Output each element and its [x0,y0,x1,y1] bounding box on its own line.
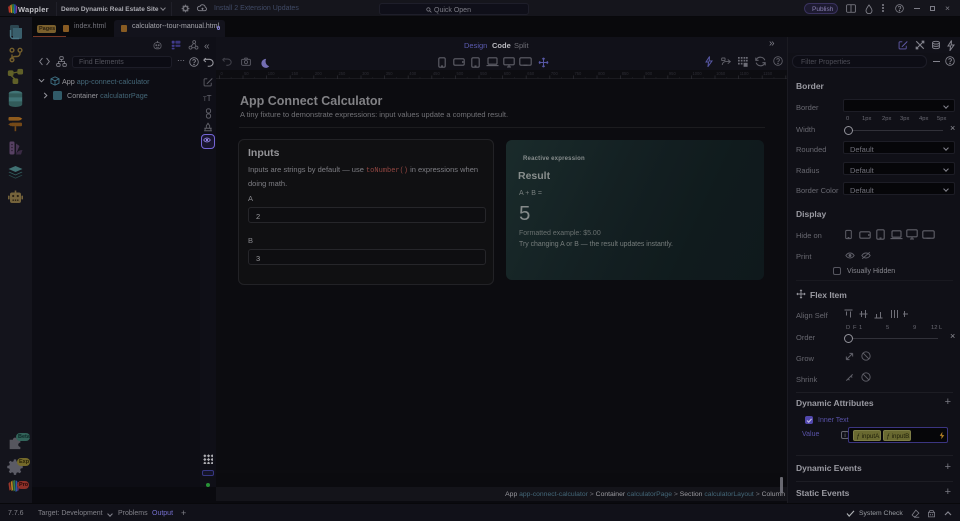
svg-text:350: 350 [386,71,394,76]
svg-text:450: 450 [433,71,441,76]
svg-text:150: 150 [291,71,299,76]
svg-text:1100: 1100 [740,71,750,76]
svg-text:50: 50 [244,71,249,76]
svg-text:250: 250 [339,71,347,76]
svg-text:1050: 1050 [716,71,726,76]
svg-text:100: 100 [268,71,276,76]
svg-text:750: 750 [575,71,583,76]
svg-text:950: 950 [669,71,677,76]
svg-text:700: 700 [551,71,559,76]
svg-text:550: 550 [480,71,488,76]
svg-text:900: 900 [645,71,653,76]
svg-text:1150: 1150 [763,71,773,76]
svg-text:500: 500 [457,71,465,76]
svg-text:400: 400 [409,71,417,76]
svg-text:1000: 1000 [693,71,703,76]
svg-text:800: 800 [598,71,606,76]
svg-text:300: 300 [362,71,370,76]
svg-text:200: 200 [315,71,323,76]
svg-text:850: 850 [622,71,630,76]
svg-text:600: 600 [504,71,512,76]
svg-text:650: 650 [527,71,535,76]
svg-text:0: 0 [221,71,224,76]
